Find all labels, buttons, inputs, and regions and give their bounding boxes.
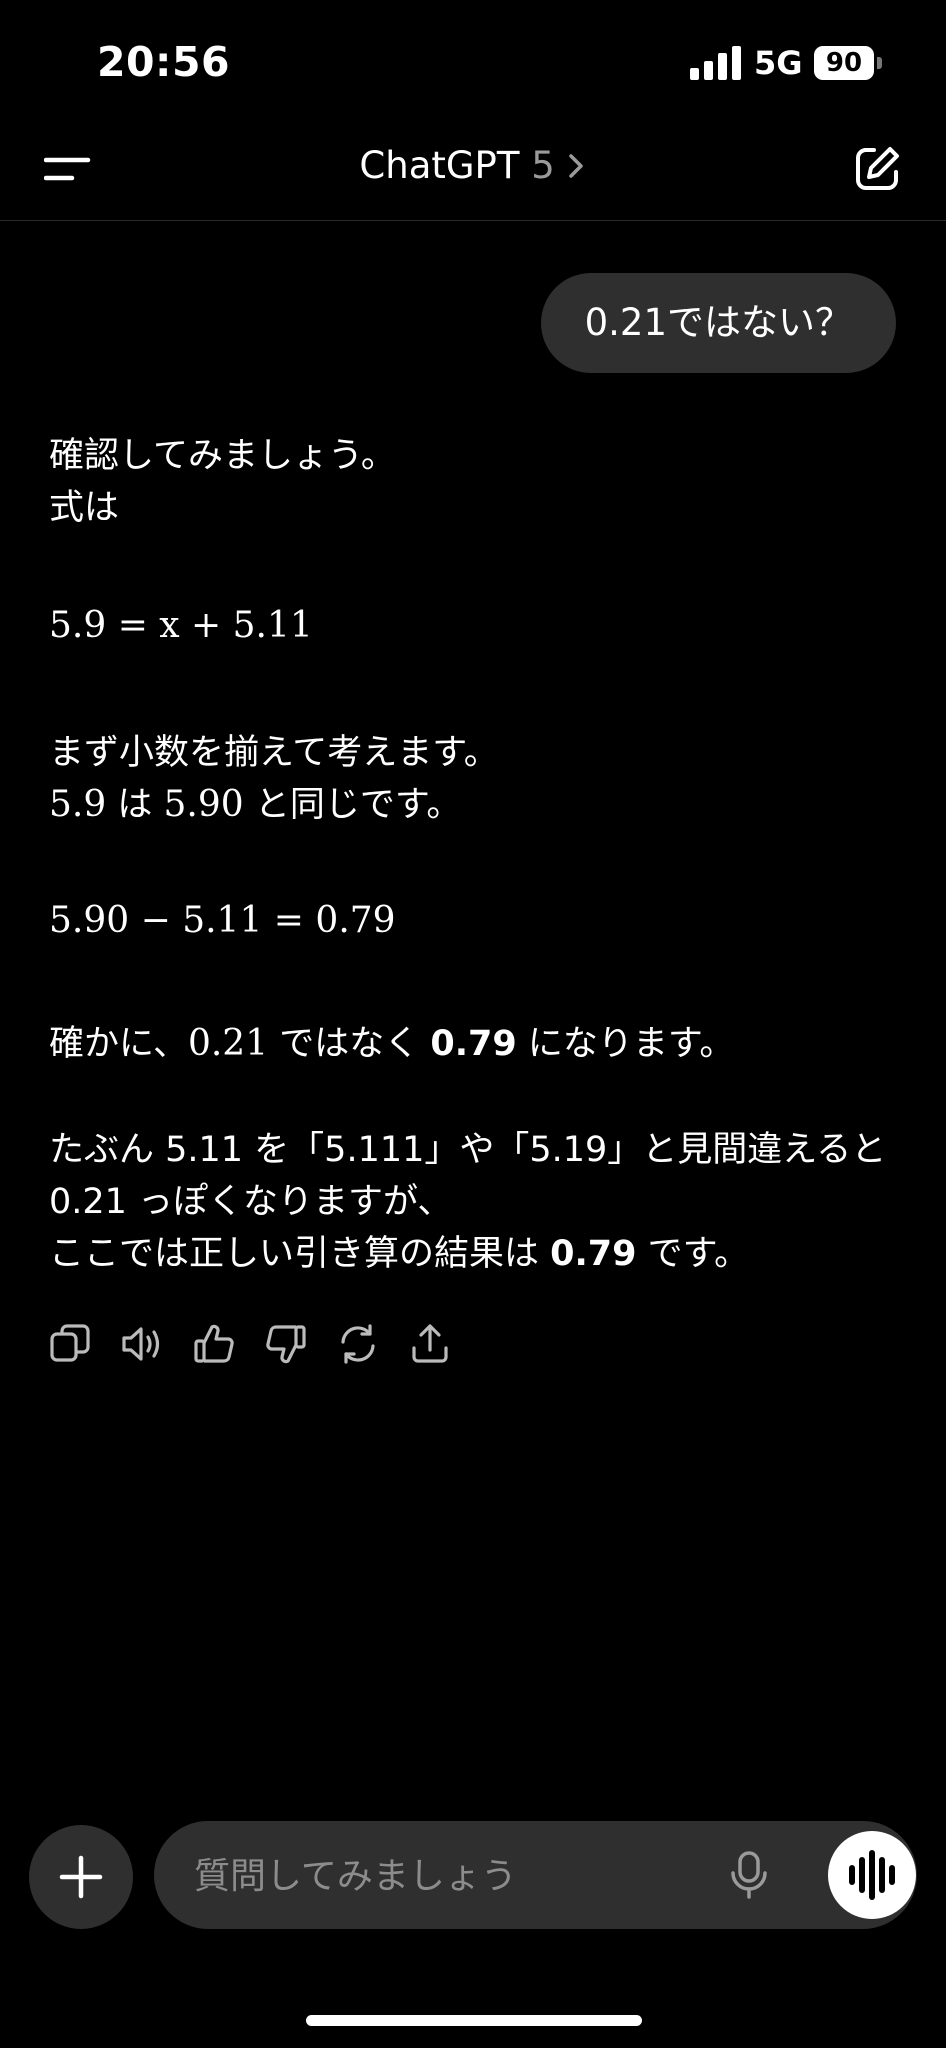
status-bar: 20:56 5G 90 (0, 0, 946, 120)
share-icon[interactable] (408, 1322, 452, 1366)
assistant-text-block: たぶん 5.11 を「5.111」や「5.19」と見間違えると 0.21 っぽく… (49, 1124, 886, 1280)
user-message-bubble: 0.21ではない？ (540, 273, 896, 373)
assistant-line: 5.9 は 5.90 と同じです。 (49, 779, 499, 831)
signal-icon (690, 46, 741, 80)
model-selector[interactable]: ChatGPT 5 (0, 144, 946, 187)
battery-icon: 90 (814, 46, 884, 80)
bold-inline: 0.79 (550, 1234, 637, 1274)
copy-icon[interactable] (48, 1322, 92, 1366)
math-inline: 5.90 (163, 784, 244, 825)
bold-inline: 0.79 (430, 1024, 517, 1064)
assistant-text-block: 確認してみましょう。 式は (49, 430, 396, 534)
text-inline: になります。 (516, 1024, 735, 1064)
math-equation: 5.90 − 5.11 = 0.79 (49, 900, 396, 941)
assistant-line: ここでは正しい引き算の結果は 0.79 です。 (49, 1228, 886, 1280)
message-input-container (154, 1821, 917, 1931)
assistant-line: まず小数を揃えて考えます。 (49, 733, 499, 773)
assistant-line: 確認してみましょう。 (49, 436, 396, 476)
voice-mode-button[interactable] (828, 1831, 916, 1919)
add-attachment-button[interactable] (29, 1825, 133, 1929)
assistant-line: 式は (49, 488, 120, 528)
read-aloud-icon[interactable] (120, 1322, 164, 1366)
plus-icon (59, 1855, 103, 1899)
microphone-icon[interactable] (724, 1849, 774, 1901)
text-inline: と同じです。 (243, 785, 462, 825)
text-inline: 確かに、 (49, 1024, 188, 1064)
text-inline: ここでは正しい引き算の結果は (49, 1234, 551, 1274)
top-nav: ChatGPT 5 (0, 120, 946, 221)
network-type: 5G (754, 44, 803, 82)
model-version: 5 (531, 144, 555, 187)
math-inline: 5.9 (49, 784, 107, 825)
regenerate-icon[interactable] (336, 1322, 380, 1366)
text-inline: です。 (636, 1234, 750, 1274)
message-input[interactable] (192, 1821, 716, 1931)
home-indicator[interactable] (306, 2015, 642, 2026)
assistant-line: 0.21 っぽくなりますが、 (49, 1182, 453, 1222)
thumbs-up-icon[interactable] (192, 1322, 236, 1366)
chevron-right-icon (568, 154, 583, 178)
new-chat-icon[interactable] (852, 144, 902, 194)
battery-level: 90 (814, 46, 874, 80)
assistant-line: たぶん 5.11 を「5.111」や「5.19」と見間違えると (49, 1130, 887, 1170)
text-inline: ではなく (268, 1024, 431, 1064)
thumbs-down-icon[interactable] (264, 1322, 308, 1366)
assistant-text-block: まず小数を揃えて考えます。 5.9 は 5.90 と同じです。 (49, 727, 499, 831)
status-time: 20:56 (97, 38, 231, 86)
math-equation: 5.9 = x + 5.11 (49, 605, 313, 646)
app-title: ChatGPT (359, 144, 520, 187)
math-inline: 0.21 (187, 1023, 269, 1064)
waveform-icon (849, 1850, 895, 1900)
composer (0, 1815, 946, 1935)
assistant-line: 確かに、0.21 ではなく 0.79 になります。 (49, 1018, 734, 1070)
text-inline: は (106, 785, 164, 825)
